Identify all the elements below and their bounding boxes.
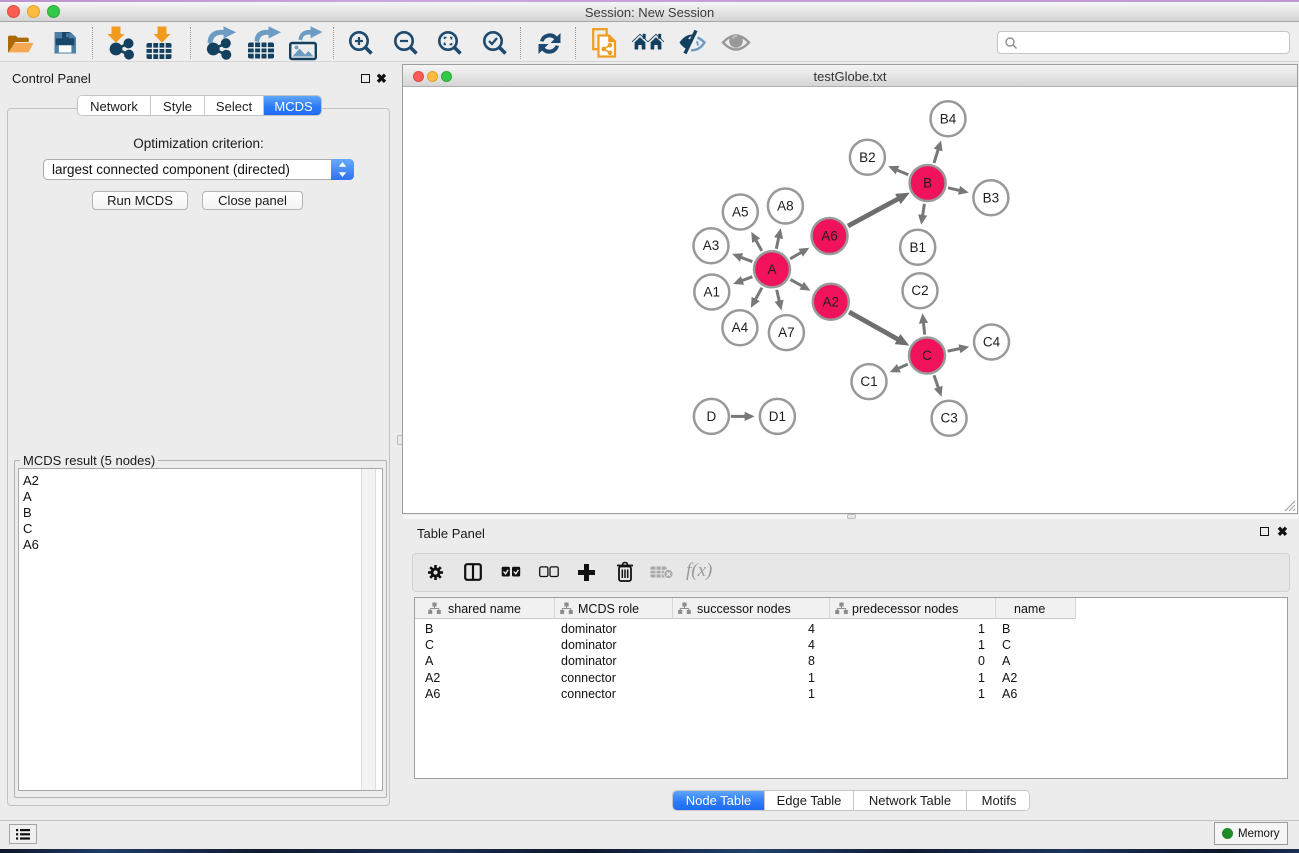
svg-text:B3: B3 — [983, 190, 1000, 205]
svg-text:A8: A8 — [777, 199, 794, 214]
svg-text:A2: A2 — [823, 294, 840, 309]
svg-text:C: C — [922, 348, 932, 363]
svg-text:C4: C4 — [983, 335, 1001, 350]
svg-text:A: A — [767, 262, 776, 277]
svg-text:A5: A5 — [732, 205, 749, 220]
svg-text:B1: B1 — [909, 240, 926, 255]
svg-text:C2: C2 — [911, 283, 928, 298]
svg-text:C3: C3 — [940, 411, 957, 426]
svg-text:B2: B2 — [859, 150, 876, 165]
svg-text:A1: A1 — [704, 285, 721, 300]
svg-text:B4: B4 — [940, 111, 957, 126]
svg-text:B: B — [923, 176, 932, 191]
svg-text:A6: A6 — [821, 229, 838, 244]
svg-text:A4: A4 — [732, 320, 749, 335]
svg-text:D1: D1 — [769, 409, 786, 424]
svg-text:C1: C1 — [860, 374, 877, 389]
svg-text:A3: A3 — [703, 238, 720, 253]
svg-text:D: D — [707, 409, 717, 424]
svg-text:A7: A7 — [778, 325, 795, 340]
